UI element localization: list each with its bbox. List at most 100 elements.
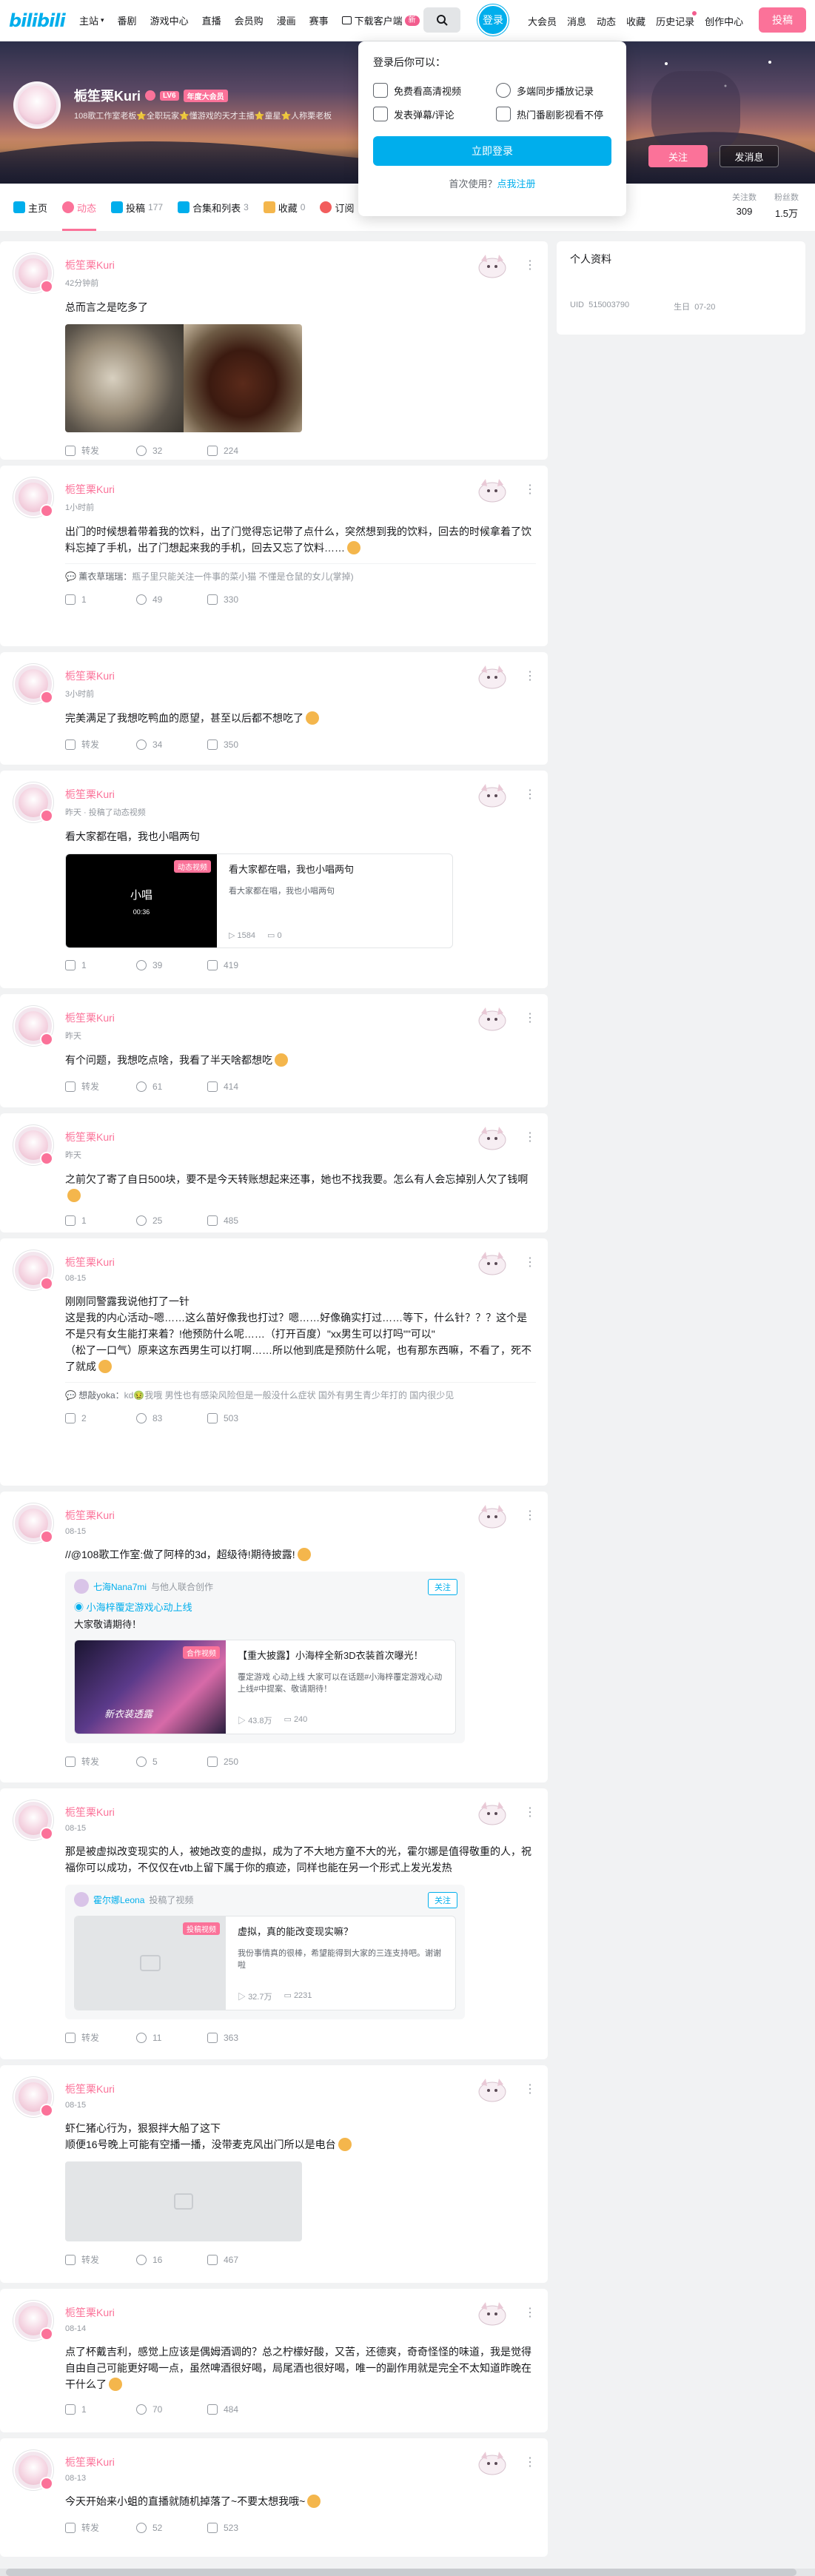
author-name[interactable]: 栀笙栗Kuri — [65, 258, 536, 272]
login-now-button[interactable]: 立即登录 — [373, 136, 611, 166]
nav-favorites[interactable]: 收藏 — [621, 14, 651, 28]
like-button[interactable]: 250 — [207, 1756, 278, 1767]
author-name[interactable]: 栀笙栗Kuri — [65, 668, 536, 683]
repost-button[interactable]: 2 — [65, 1413, 136, 1423]
video-card[interactable]: 动态视频 小唱 00:36 看大家都在唱，我也小唱两句 看大家都在唱，我也小唱两句 ▷ 1… — [65, 853, 453, 948]
download-client[interactable]: 下载客户端新 — [335, 0, 426, 41]
comment-button[interactable]: 25 — [136, 1215, 207, 1226]
tab-favorites[interactable]: 收藏 0 — [256, 184, 313, 231]
author-name[interactable]: 栀笙栗Kuri — [65, 2082, 536, 2096]
nav-item[interactable]: 赛事 — [303, 0, 335, 41]
repost-button[interactable]: 转发 — [65, 738, 136, 751]
like-button[interactable]: 363 — [207, 2032, 278, 2043]
like-button[interactable]: 350 — [207, 739, 278, 750]
user-avatar[interactable] — [13, 1125, 53, 1165]
reposted-content[interactable]: 七海Nana7mi 与他人联合创作 关注 ◉ 小海梓覆定游戏心动上线 大家敬请期待！ 新衣… — [65, 1572, 465, 1743]
bilibili-logo[interactable]: bilibili — [9, 10, 66, 32]
more-options-icon[interactable]: ⋮ — [524, 1010, 536, 1025]
repost-button[interactable]: 转发 — [65, 1080, 136, 1093]
follow-original-button[interactable]: 关注 — [428, 1579, 457, 1595]
nav-item[interactable]: 番剧 — [111, 0, 144, 41]
tab-home[interactable]: 主页 — [6, 184, 55, 231]
follow-button[interactable]: 关注 — [648, 145, 708, 167]
like-button[interactable]: 414 — [207, 1081, 278, 1092]
repost-button[interactable]: 转发 — [65, 1755, 136, 1768]
nav-dynamics[interactable]: 动态 — [591, 14, 621, 28]
nav-item[interactable]: 会员购 — [228, 0, 270, 41]
repost-button[interactable]: 转发 — [65, 2031, 136, 2044]
more-options-icon[interactable]: ⋮ — [524, 482, 536, 497]
user-avatar[interactable] — [13, 2450, 53, 2490]
upload-button[interactable]: 投稿 — [759, 7, 806, 33]
nav-creator[interactable]: 创作中心 — [700, 14, 748, 28]
nav-item[interactable]: 游戏中心 — [144, 0, 195, 41]
comment-button[interactable]: 52 — [136, 2522, 207, 2533]
video-title[interactable]: 【重大披露】小海梓全新3D衣装首次曝光！ — [238, 1649, 443, 1663]
like-button[interactable]: 467 — [207, 2254, 278, 2265]
more-options-icon[interactable]: ⋮ — [524, 2082, 536, 2096]
stat-fans[interactable]: 粉丝数 1.5万 — [774, 191, 799, 220]
video-cover[interactable]: 投稿视频 — [75, 1916, 226, 2010]
nav-history[interactable]: 历史记录 — [651, 10, 700, 28]
more-options-icon[interactable]: ⋮ — [524, 1130, 536, 1144]
user-avatar[interactable] — [13, 1503, 53, 1543]
post-images[interactable] — [65, 324, 302, 432]
user-avatar[interactable] — [13, 477, 53, 517]
user-avatar[interactable] — [13, 664, 53, 704]
video-cover[interactable]: 动态视频 小唱 00:36 — [66, 854, 217, 947]
author-name[interactable]: 栀笙栗Kuri — [65, 1010, 536, 1025]
video-title[interactable]: 看大家都在唱，我也小唱两句 — [229, 863, 440, 876]
author-name[interactable]: 栀笙栗Kuri — [65, 787, 536, 802]
horizontal-scrollbar[interactable] — [0, 2569, 815, 2576]
tab-dynamics[interactable]: 动态 — [55, 184, 104, 231]
comment-button[interactable]: 61 — [136, 1081, 207, 1092]
more-options-icon[interactable]: ⋮ — [524, 787, 536, 802]
user-avatar[interactable] — [13, 2077, 53, 2117]
original-author-avatar[interactable] — [74, 1892, 89, 1907]
user-avatar[interactable] — [13, 782, 53, 822]
comment-button[interactable]: 5 — [136, 1756, 207, 1767]
like-button[interactable]: 485 — [207, 1215, 278, 1226]
tab-videos[interactable]: 投稿 177 — [104, 184, 170, 231]
user-avatar[interactable] — [13, 1800, 53, 1840]
more-options-icon[interactable]: ⋮ — [524, 1805, 536, 1819]
comment-button[interactable]: 32 — [136, 445, 207, 456]
vip-badge[interactable]: 年度大会员 — [183, 89, 228, 102]
comment-button[interactable]: 49 — [136, 594, 207, 605]
message-button[interactable]: 发消息 — [720, 145, 779, 167]
repost-button[interactable]: 1 — [65, 2404, 136, 2415]
nav-messages[interactable]: 消息 — [562, 14, 591, 28]
author-name[interactable]: 栀笙栗Kuri — [65, 1130, 536, 1144]
original-author-name[interactable]: 霍尔娜Leona — [93, 1894, 144, 1906]
like-button[interactable]: 523 — [207, 2522, 278, 2533]
user-avatar[interactable] — [13, 1250, 53, 1290]
more-options-icon[interactable]: ⋮ — [524, 258, 536, 272]
repost-button[interactable]: 1 — [65, 1215, 136, 1226]
author-name[interactable]: 栀笙栗Kuri — [65, 2455, 536, 2469]
user-avatar[interactable] — [13, 2301, 53, 2341]
author-name[interactable]: 栀笙栗Kuri — [65, 1508, 536, 1523]
repost-button[interactable]: 1 — [65, 960, 136, 970]
comment-user[interactable]: 薰衣草瑞瑞： — [78, 571, 132, 582]
stat-following[interactable]: 关注数 309 — [732, 191, 757, 220]
topic-link[interactable]: ◉ 小海梓覆定游戏心动上线 — [74, 1600, 456, 1614]
video-cover[interactable]: 新衣装透露 合作视频 — [75, 1640, 226, 1734]
top-comment[interactable]: 💬 想敲yoka：kd🤢我哦 男性也有感染风险但是一般没什么症状 国外有男生青少… — [65, 1382, 536, 1401]
video-title[interactable]: 虚拟，真的能改变现实嘛？ — [238, 1925, 443, 1939]
nav-item[interactable]: 漫画 — [270, 0, 303, 41]
more-options-icon[interactable]: ⋮ — [524, 1255, 536, 1269]
comment-user[interactable]: 想敲yoka： — [78, 1390, 124, 1401]
repost-button[interactable]: 1 — [65, 594, 136, 605]
tab-subscriptions[interactable]: 订阅 — [312, 184, 361, 231]
register-link[interactable]: 点我注册 — [497, 178, 536, 189]
search-button[interactable] — [423, 7, 460, 33]
video-card[interactable]: 投稿视频 虚拟，真的能改变现实嘛？ 我份事情真的很棒，希望能得到大家的三连支持吧。谢… — [74, 1916, 456, 2010]
like-button[interactable]: 330 — [207, 594, 278, 605]
like-button[interactable]: 224 — [207, 445, 278, 456]
nav-home[interactable]: 主站 ▾ — [73, 0, 111, 41]
like-button[interactable]: 503 — [207, 1413, 278, 1423]
like-button[interactable]: 484 — [207, 2404, 278, 2415]
more-options-icon[interactable]: ⋮ — [524, 1508, 536, 1523]
author-name[interactable]: 栀笙栗Kuri — [65, 2305, 536, 2320]
video-card[interactable]: 新衣装透露 合作视频 【重大披露】小海梓全新3D衣装首次曝光！ 覆定游戏 心动上线 大… — [74, 1640, 456, 1734]
